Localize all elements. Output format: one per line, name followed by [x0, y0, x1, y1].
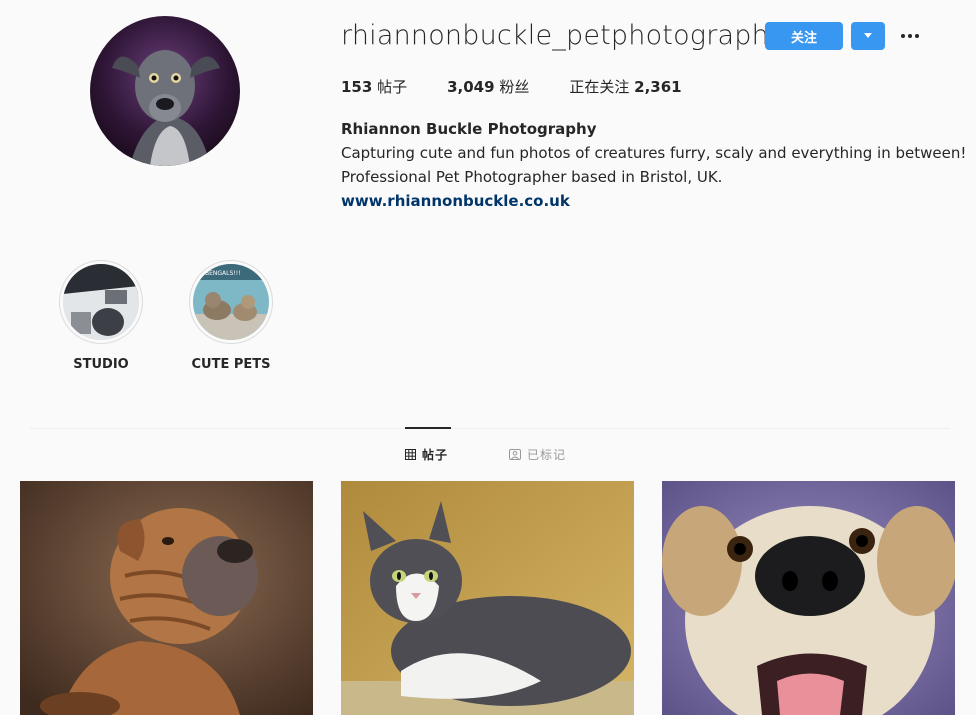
follow-button[interactable]: 关注 — [765, 22, 843, 50]
bio-line: Professional Pet Photographer based in B… — [341, 168, 723, 186]
website-link[interactable]: www.rhiannonbuckle.co.uk — [341, 189, 966, 213]
more-options-button[interactable] — [897, 22, 923, 50]
followers-count: 3,049 — [447, 78, 495, 96]
highlight-ring — [59, 260, 143, 344]
tab-tagged[interactable]: 已标记 — [509, 446, 566, 463]
suggestions-dropdown-button[interactable] — [851, 22, 885, 50]
thumb-caption: BENGALS!!! — [205, 270, 241, 277]
followers-label: 粉丝 — [499, 78, 530, 96]
profile-username: rhiannonbuckle_petphotography — [341, 20, 786, 51]
profile-bio: Rhiannon Buckle Photography Capturing cu… — [341, 117, 966, 213]
posts-count: 153 — [341, 78, 373, 96]
highlight-ring: BENGALS!!! — [189, 260, 273, 344]
post-thumbnail[interactable] — [341, 481, 634, 715]
highlight-label: STUDIO — [73, 357, 129, 372]
tab-label: 已标记 — [527, 448, 567, 462]
highlight-studio[interactable]: STUDIO — [41, 260, 161, 372]
grid-icon — [405, 449, 416, 460]
bio-line: Capturing cute and fun photos of creatur… — [341, 144, 967, 162]
post-thumbnail[interactable] — [20, 481, 313, 715]
caret-down-icon — [864, 33, 872, 38]
post-thumbnail[interactable] — [662, 481, 955, 715]
ellipsis-icon — [901, 34, 919, 38]
highlight-label: CUTE PETS — [191, 357, 271, 372]
tab-posts[interactable]: 帖子 — [405, 446, 448, 463]
tagged-icon — [509, 449, 521, 460]
following-label: 正在关注 — [569, 78, 630, 96]
highlight-cute-pets[interactable]: BENGALS!!! CUTE PETS — [171, 260, 291, 372]
followers-stat[interactable]: 3,049 粉丝 — [447, 76, 529, 97]
studio-thumbnail-icon — [63, 264, 139, 340]
tab-label: 帖子 — [422, 448, 449, 462]
following-count: 2,361 — [634, 78, 682, 96]
active-tab-indicator — [405, 427, 451, 429]
tabs-divider — [30, 428, 950, 429]
posts-label: 帖子 — [377, 78, 408, 96]
profile-avatar[interactable] — [90, 16, 240, 166]
profile-full-name: Rhiannon Buckle Photography — [341, 120, 597, 138]
posts-stat: 153 帖子 — [341, 76, 407, 97]
following-stat[interactable]: 正在关注 2,361 — [569, 76, 681, 97]
profile-stats: 153 帖子 3,049 粉丝 正在关注 2,361 — [341, 76, 722, 97]
cats-thumbnail-icon: BENGALS!!! — [193, 264, 269, 340]
